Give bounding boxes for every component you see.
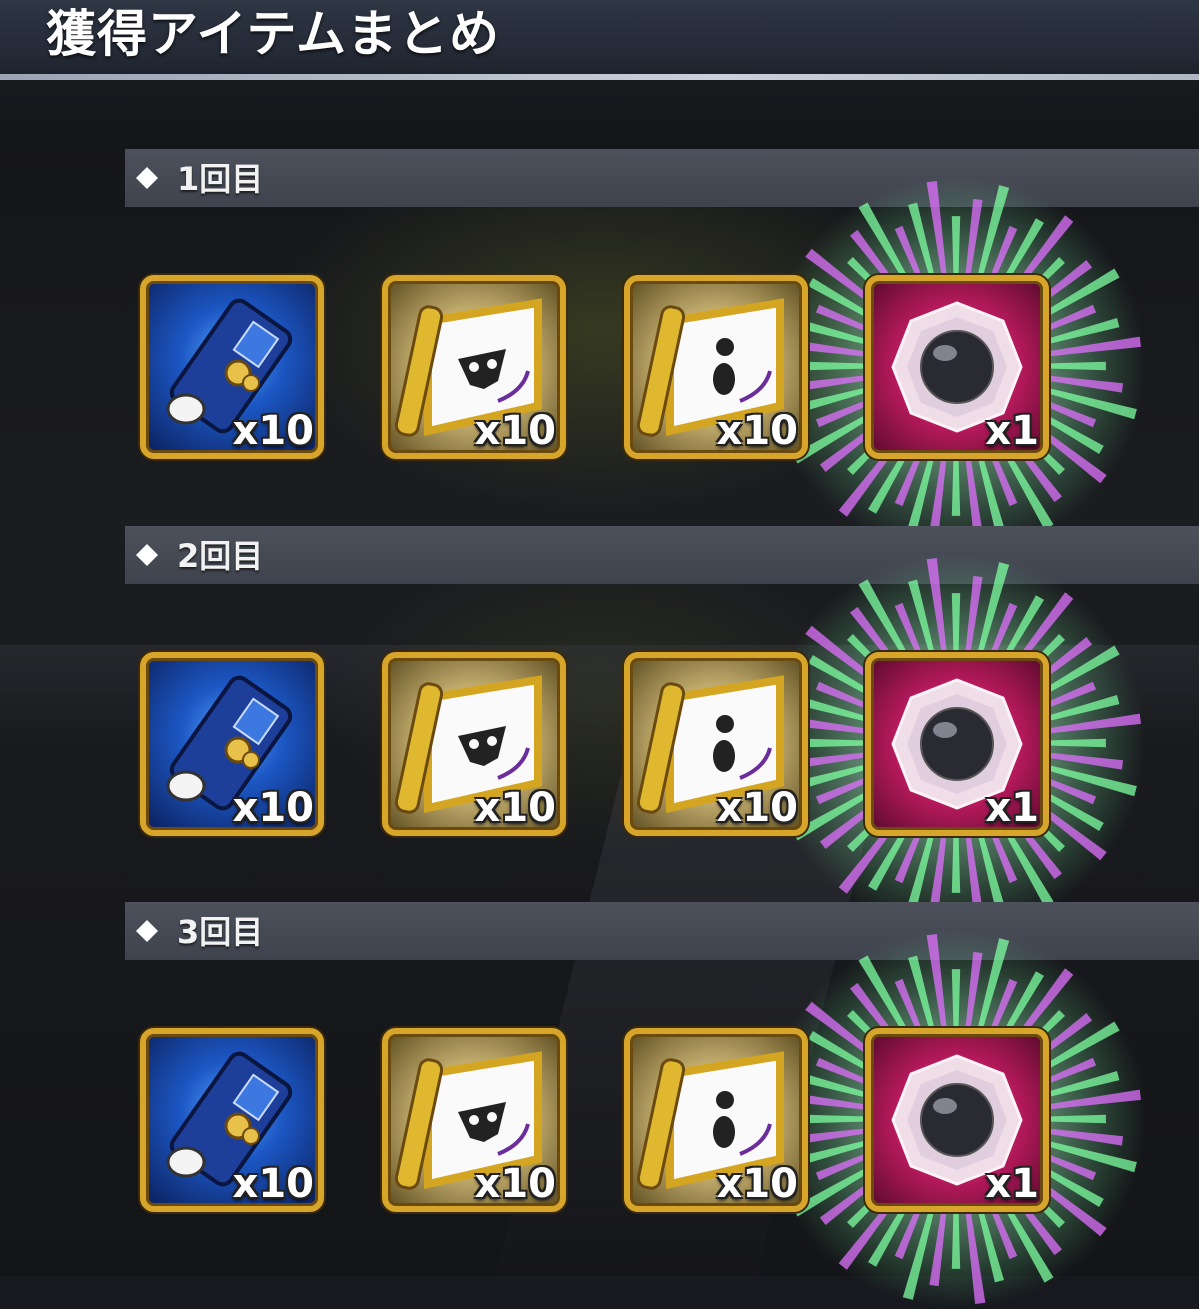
item-slot[interactable]: x10 xyxy=(382,652,566,836)
item-quantity: x1 xyxy=(985,1161,1039,1207)
item-quantity: x10 xyxy=(232,408,314,454)
item-quantity: x10 xyxy=(232,785,314,831)
item-quantity: x1 xyxy=(985,408,1039,454)
diamond-icon xyxy=(136,544,158,566)
item-slot[interactable]: x10 xyxy=(140,1028,324,1212)
item-quantity: x10 xyxy=(474,785,556,831)
item-slot[interactable]: x10 xyxy=(624,1028,808,1212)
item-quantity: x1 xyxy=(985,785,1039,831)
header-bar: 獲得アイテムまとめ xyxy=(0,0,1199,80)
page-title: 獲得アイテムまとめ xyxy=(46,5,500,63)
item-slot[interactable]: x10 xyxy=(382,275,566,459)
item-quantity: x10 xyxy=(232,1161,314,1207)
item-quantity: x10 xyxy=(716,408,798,454)
diamond-icon xyxy=(136,920,158,942)
item-slot[interactable]: x1 xyxy=(865,652,1049,836)
diamond-icon xyxy=(136,167,158,189)
item-slot[interactable]: x1 xyxy=(865,275,1049,459)
item-slot[interactable]: x1 xyxy=(865,1028,1049,1212)
item-slot[interactable]: x10 xyxy=(140,275,324,459)
item-slot[interactable]: x10 xyxy=(624,275,808,459)
item-quantity: x10 xyxy=(716,785,798,831)
section-label: 2回目 xyxy=(177,537,264,575)
section-label: 3回目 xyxy=(177,913,264,951)
section-label: 1回目 xyxy=(177,160,264,198)
header-divider xyxy=(0,74,1199,80)
item-slot[interactable]: x10 xyxy=(140,652,324,836)
item-quantity: x10 xyxy=(474,408,556,454)
item-slot[interactable]: x10 xyxy=(382,1028,566,1212)
item-slot[interactable]: x10 xyxy=(624,652,808,836)
item-quantity: x10 xyxy=(474,1161,556,1207)
item-quantity: x10 xyxy=(716,1161,798,1207)
